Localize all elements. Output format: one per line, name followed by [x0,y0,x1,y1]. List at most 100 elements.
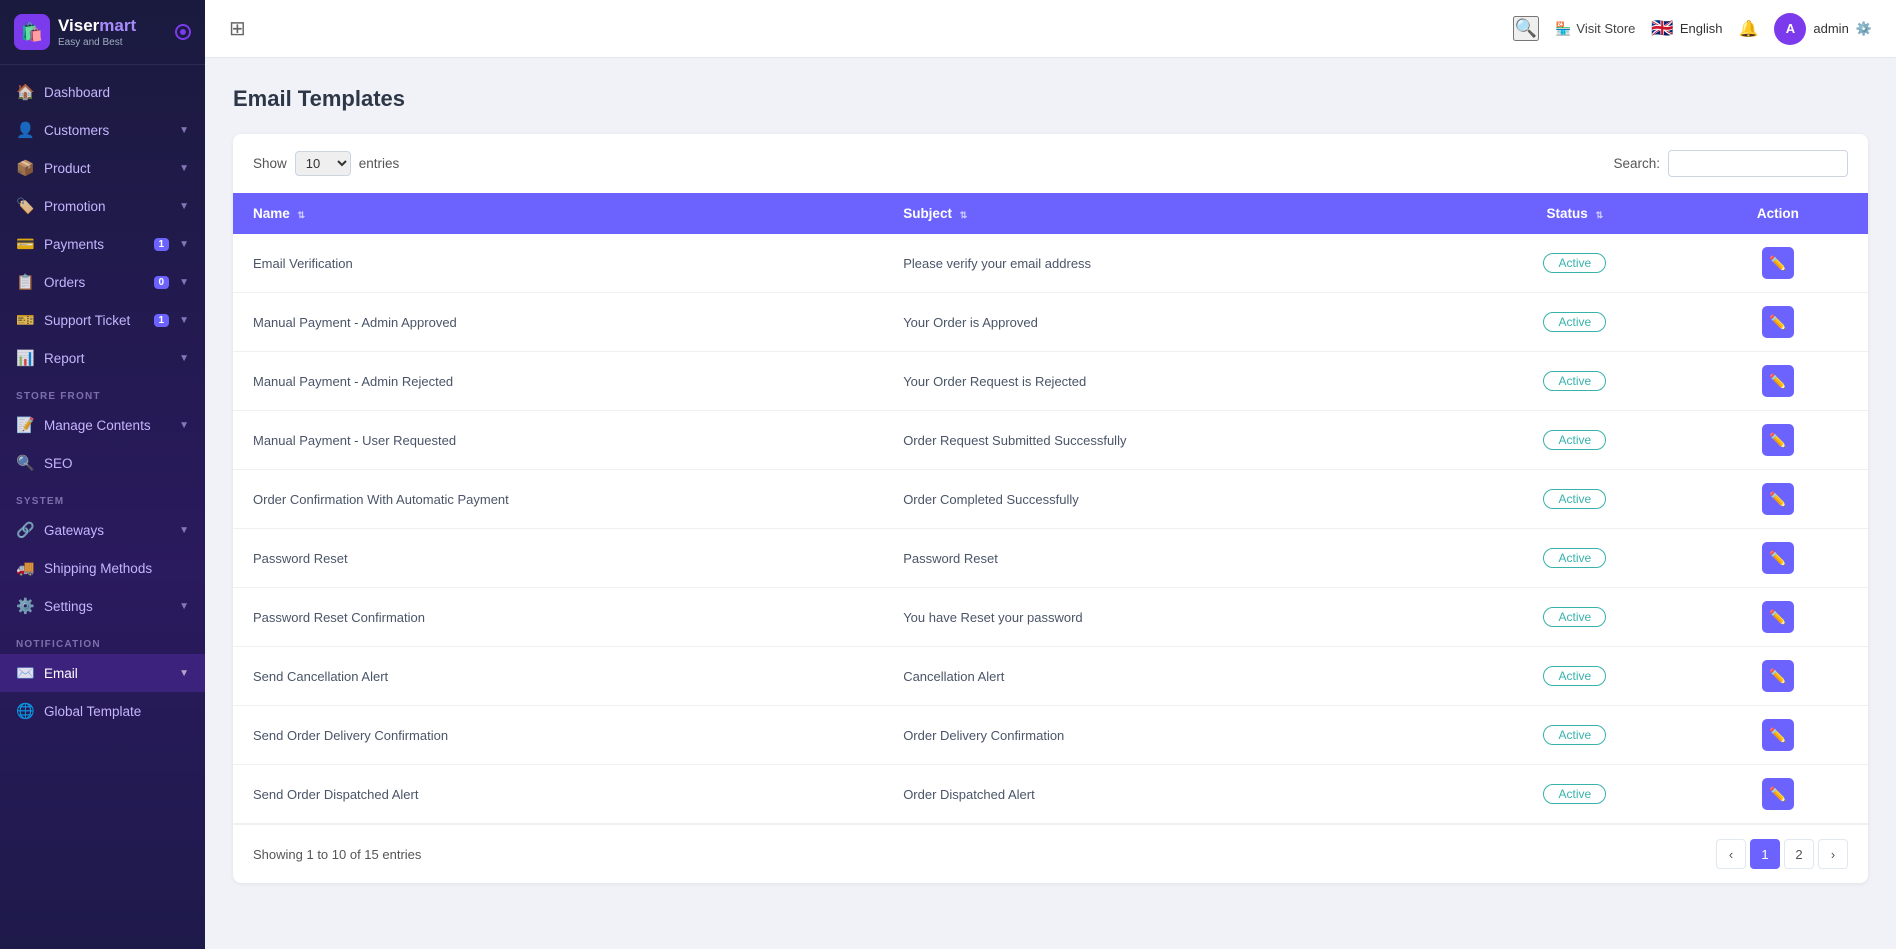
sidebar-item-report[interactable]: 📊 Report ▼ [0,339,205,377]
sidebar-item-email[interactable]: ✉️ Email ▼ [0,654,205,692]
cell-action: ✏️ [1688,765,1868,824]
sidebar-item-support-ticket[interactable]: 🎫 Support Ticket 1 ▼ [0,301,205,339]
email-templates-table: Name ⇅ Subject ⇅ Status ⇅ Action Email V… [233,193,1868,824]
edit-button[interactable]: ✏️ [1762,542,1794,574]
table-row: Password Reset Password Reset Active ✏️ [233,529,1868,588]
cell-action: ✏️ [1688,647,1868,706]
sidebar-item-gateways[interactable]: 🔗 Gateways ▼ [0,511,205,549]
sidebar-nav: 🏠 Dashboard 👤 Customers ▼ 📦 Product ▼ 🏷️… [0,65,205,949]
table-row: Send Cancellation Alert Cancellation Ale… [233,647,1868,706]
cell-name: Password Reset [233,529,883,588]
orders-arrow: ▼ [179,277,189,288]
customers-icon: 👤 [16,121,34,139]
topbar-bell-icon[interactable]: 🔔 [1738,19,1758,39]
cell-subject: You have Reset your password [883,588,1462,647]
sidebar-item-shipping-methods[interactable]: 🚚 Shipping Methods [0,549,205,587]
edit-button[interactable]: ✏️ [1762,424,1794,456]
sidebar-item-settings[interactable]: ⚙️ Settings ▼ [0,587,205,625]
table-row: Send Order Dispatched Alert Order Dispat… [233,765,1868,824]
status-badge: Active [1543,666,1606,686]
showing-text: Showing 1 to 10 of 15 entries [253,847,421,862]
sidebar: 🛍️ Visermart Easy and Best 🏠 Dashboard 👤… [0,0,205,949]
status-badge: Active [1543,725,1606,745]
logo-icon: 🛍️ [14,14,50,50]
show-label: Show [253,156,287,171]
sidebar-item-product[interactable]: 📦 Product ▼ [0,149,205,187]
sidebar-item-manage-contents[interactable]: 📝 Manage Contents ▼ [0,406,205,444]
page-1-button[interactable]: 1 [1750,839,1780,869]
promotion-icon: 🏷️ [16,197,34,215]
content-area: Email Templates Show 10 25 50 100 entrie… [205,58,1896,949]
table-row: Manual Payment - Admin Approved Your Ord… [233,293,1868,352]
gateways-arrow: ▼ [179,525,189,536]
edit-button[interactable]: ✏️ [1762,778,1794,810]
logo-accent: mart [99,16,136,35]
dashboard-icon: 🏠 [16,83,34,101]
topbar-user[interactable]: A admin ⚙️ [1774,13,1872,45]
edit-button[interactable]: ✏️ [1762,601,1794,633]
prev-page-button[interactable]: ‹ [1716,839,1746,869]
sidebar-item-dashboard[interactable]: 🏠 Dashboard [0,73,205,111]
edit-button[interactable]: ✏️ [1762,247,1794,279]
payments-icon: 💳 [16,235,34,253]
sidebar-item-orders[interactable]: 📋 Orders 0 ▼ [0,263,205,301]
table-search-wrap: Search: [1613,150,1848,177]
edit-button[interactable]: ✏️ [1762,306,1794,338]
global-template-label: Global Template [44,704,189,719]
cell-subject: Your Order is Approved [883,293,1462,352]
table-row: Email Verification Please verify your em… [233,234,1868,293]
next-page-button[interactable]: › [1818,839,1848,869]
customers-arrow: ▼ [179,125,189,136]
visit-store-icon: 🏪 [1555,21,1571,37]
customers-label: Customers [44,123,169,138]
table-body: Email Verification Please verify your em… [233,234,1868,824]
pagination: ‹ 1 2 › [1716,839,1848,869]
email-label: Email [44,666,169,681]
cell-name: Send Order Dispatched Alert [233,765,883,824]
orders-label: Orders [44,275,144,290]
cell-status: Active [1462,411,1688,470]
col-status: Status ⇅ [1462,193,1688,234]
global-template-icon: 🌐 [16,702,34,720]
visit-store-button[interactable]: 🏪 Visit Store [1555,21,1635,37]
entries-label: entries [359,156,400,171]
cell-status: Active [1462,529,1688,588]
entries-select[interactable]: 10 25 50 100 [295,151,351,176]
table-row: Order Confirmation With Automatic Paymen… [233,470,1868,529]
topbar-search-button[interactable]: 🔍 [1513,16,1539,41]
email-icon: ✉️ [16,664,34,682]
manage-contents-label: Manage Contents [44,418,169,433]
page-2-button[interactable]: 2 [1784,839,1814,869]
edit-button[interactable]: ✏️ [1762,483,1794,515]
cell-status: Active [1462,647,1688,706]
support-ticket-badge: 1 [154,314,170,327]
status-badge: Active [1543,784,1606,804]
cell-name: Password Reset Confirmation [233,588,883,647]
status-badge: Active [1543,607,1606,627]
report-arrow: ▼ [179,353,189,364]
cell-name: Order Confirmation With Automatic Paymen… [233,470,883,529]
search-input[interactable] [1668,150,1848,177]
sidebar-item-payments[interactable]: 💳 Payments 1 ▼ [0,225,205,263]
cell-status: Active [1462,293,1688,352]
sidebar-item-promotion[interactable]: 🏷️ Promotion ▼ [0,187,205,225]
cell-status: Active [1462,470,1688,529]
language-selector[interactable]: 🇬🇧 English [1651,18,1722,39]
edit-button[interactable]: ✏️ [1762,660,1794,692]
name-sort-icon: ⇅ [298,210,306,220]
support-ticket-icon: 🎫 [16,311,34,329]
sidebar-item-customers[interactable]: 👤 Customers ▼ [0,111,205,149]
cell-action: ✏️ [1688,706,1868,765]
edit-button[interactable]: ✏️ [1762,719,1794,751]
status-badge: Active [1543,548,1606,568]
edit-button[interactable]: ✏️ [1762,365,1794,397]
cell-name: Manual Payment - User Requested [233,411,883,470]
sidebar-item-seo[interactable]: 🔍 SEO [0,444,205,482]
shipping-methods-icon: 🚚 [16,559,34,577]
topbar-settings-icon: ⚙️ [1856,21,1872,37]
table-row: Send Order Delivery Confirmation Order D… [233,706,1868,765]
logo-brand: Visermart [58,16,136,36]
table-row: Manual Payment - User Requested Order Re… [233,411,1868,470]
sidebar-item-global-template[interactable]: 🌐 Global Template [0,692,205,730]
visit-store-label: Visit Store [1576,21,1635,36]
